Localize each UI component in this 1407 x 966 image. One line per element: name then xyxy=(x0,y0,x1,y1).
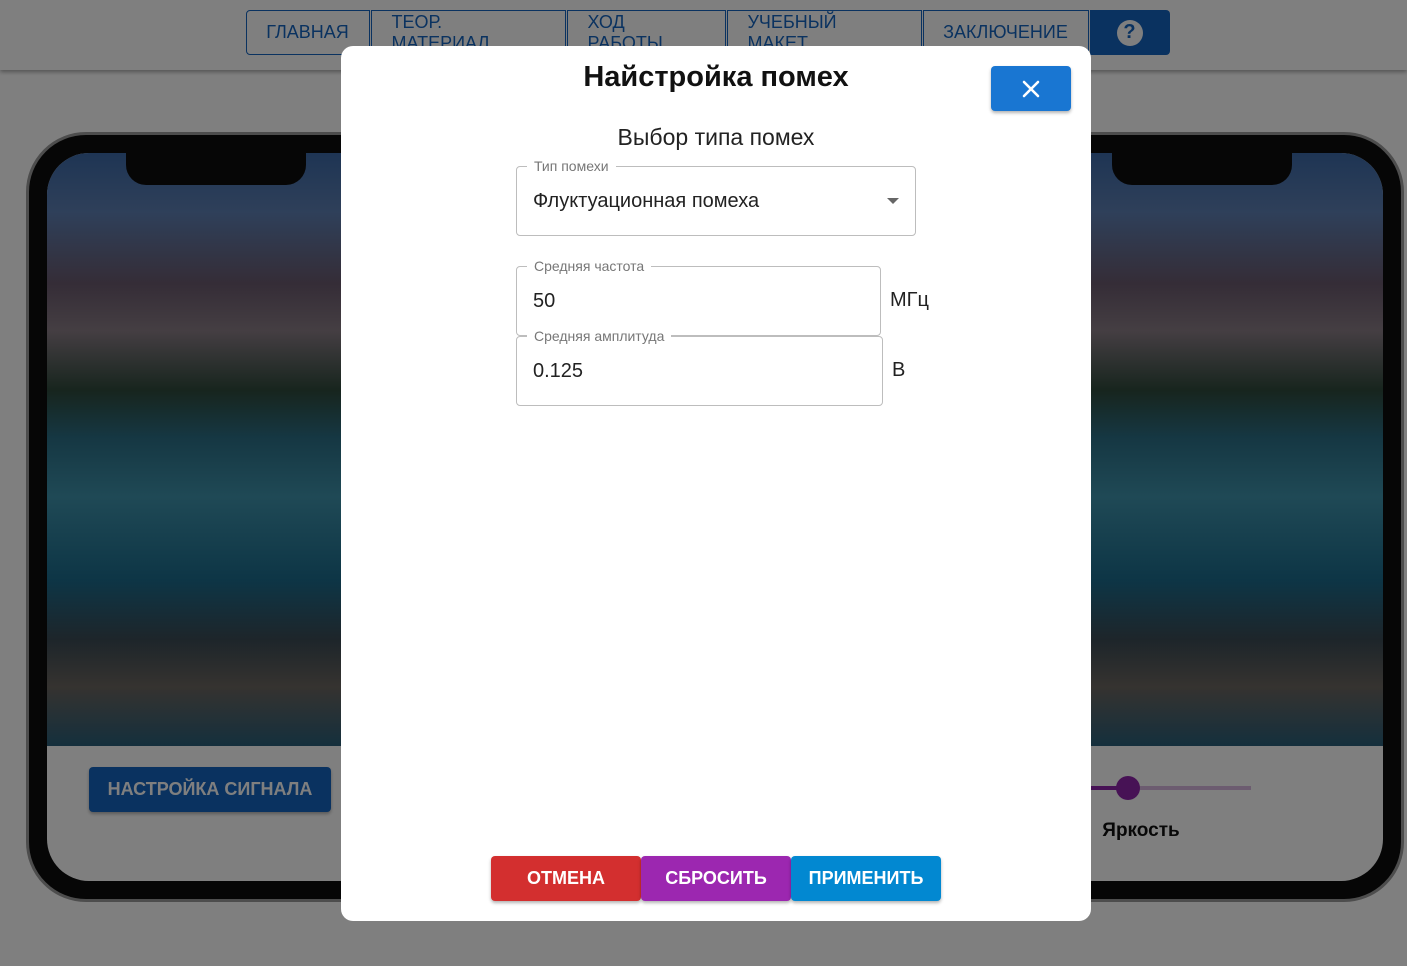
dialog-footer: ОТМЕНА СБРОСИТЬ ПРИМЕНИТЬ xyxy=(491,856,941,901)
amplitude-unit: В xyxy=(892,359,906,381)
frequency-value: 50 xyxy=(533,289,556,312)
amplitude-field[interactable]: Средняя амплитуда 0.125 xyxy=(516,328,883,406)
noise-type-select[interactable]: Тип помехи Флуктуационная помеха xyxy=(516,158,916,236)
noise-settings-dialog: Найстройка помех Выбор типа помех Тип по… xyxy=(341,46,1091,921)
reset-button[interactable]: СБРОСИТЬ xyxy=(641,856,791,901)
close-button[interactable] xyxy=(991,66,1071,111)
dialog-title: Найстройка помех xyxy=(583,61,849,93)
frequency-field[interactable]: Средняя частота 50 xyxy=(516,258,881,336)
dialog-subtitle: Выбор типа помех xyxy=(617,124,815,150)
amplitude-value: 0.125 xyxy=(533,359,584,382)
close-icon xyxy=(1022,80,1040,97)
dropdown-arrow-icon xyxy=(887,198,899,204)
cancel-button[interactable]: ОТМЕНА xyxy=(491,856,641,901)
noise-type-value: Флуктуационная помеха xyxy=(533,189,760,212)
frequency-unit: МГц xyxy=(890,289,929,311)
apply-button[interactable]: ПРИМЕНИТЬ xyxy=(791,856,941,901)
